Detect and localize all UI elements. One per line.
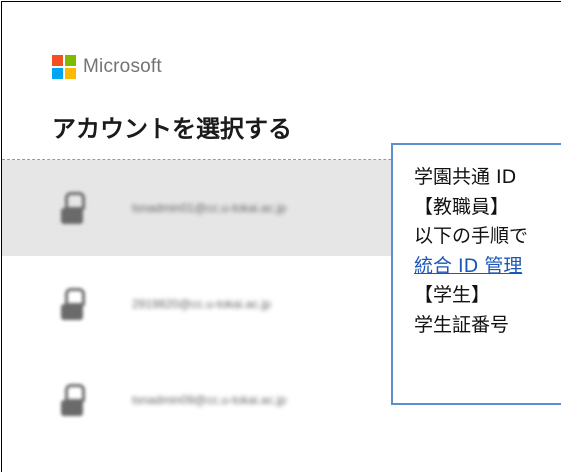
tooltip-line-student-id: 学生証番号 xyxy=(414,313,510,336)
user-avatar-icon xyxy=(60,287,86,321)
logo-square-red xyxy=(52,55,63,66)
account-email: tsnadmin09@cc.u-tokai.ac.jp xyxy=(132,393,287,407)
logo-square-blue xyxy=(52,68,63,79)
help-tooltip: 学園共通 ID 【教職員】 以下の手順で 統合 ID 管理 【学生】 学生証番号 xyxy=(391,143,561,405)
microsoft-brand: Microsoft xyxy=(52,55,162,79)
tooltip-line-heading: 学園共通 ID xyxy=(414,166,517,188)
tooltip-line-student: 【学生】 xyxy=(414,284,491,306)
integrated-id-link[interactable]: 統合 ID 管理 xyxy=(414,252,561,282)
user-avatar-icon xyxy=(60,383,86,417)
logo-square-yellow xyxy=(65,68,76,79)
brand-name: Microsoft xyxy=(83,56,162,77)
tooltip-line-staff: 【教職員】 xyxy=(414,195,510,218)
account-email: 2919820@cc.u-tokai.ac.jp xyxy=(132,297,271,311)
logo-square-green xyxy=(65,55,76,66)
microsoft-logo-icon xyxy=(52,55,76,79)
login-window: Microsoft アカウントを選択する tsnadmin01@cc.u-tok… xyxy=(1,1,561,472)
user-avatar-icon xyxy=(60,191,86,225)
page-title: アカウントを選択する xyxy=(52,115,292,143)
account-email: tsnadmin01@cc.u-tokai.ac.jp xyxy=(132,201,287,215)
tooltip-line-steps: 以下の手順で xyxy=(414,225,529,247)
